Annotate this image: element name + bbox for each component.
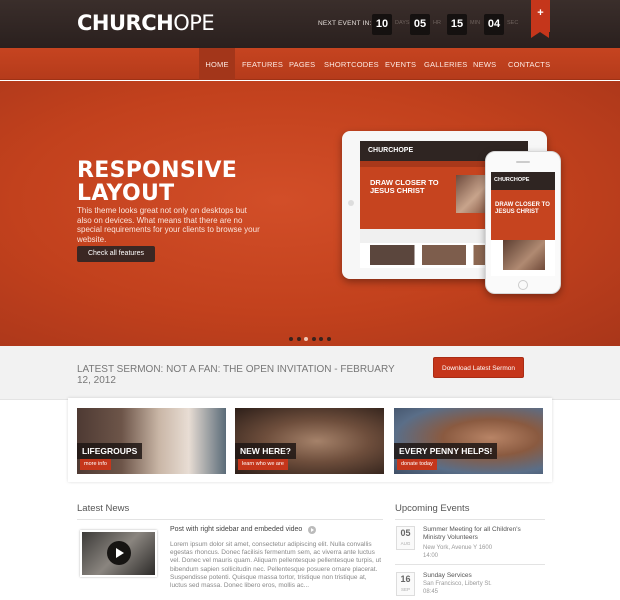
card-link[interactable]: learn who we are (238, 459, 288, 470)
download-sermon-button[interactable]: Download Latest Sermon (433, 357, 524, 378)
card-link[interactable]: more info (80, 459, 111, 470)
hero-title-line: LAYOUT (77, 181, 175, 206)
feature-cards: LIFEGROUPS more info NEW HERE? learn who… (68, 398, 552, 482)
event-time: 14:00 (423, 553, 439, 559)
phone-mockup: CHURCHOPE DRAW CLOSER TO JESUS CHRIST (485, 151, 561, 294)
event-day: 05 (400, 528, 411, 538)
countdown-unit: HR (433, 20, 441, 26)
mockup-logo: CHURCHOPE (368, 147, 414, 154)
phone-home-button (518, 280, 528, 290)
phone-speaker (516, 161, 530, 163)
nav-item-events[interactable]: EVENTS (385, 48, 416, 80)
event-month: AUG (400, 541, 411, 546)
phone-heading-line: JESUS CHRIST (495, 208, 539, 215)
news-post-title[interactable]: Post with right sidebar and embeded vide… (170, 526, 302, 533)
card-donate[interactable]: EVERY PENNY HELPS! donate today (394, 408, 543, 474)
logo-light: OPE (173, 11, 215, 35)
event-date-badge: 16 SEP (396, 572, 415, 596)
next-event-label: NEXT EVENT IN: (318, 20, 372, 27)
upcoming-events-heading: Upcoming Events (395, 503, 470, 514)
event-month: SEP (400, 587, 410, 592)
card-title: EVERY PENNY HELPS! (394, 443, 498, 459)
hero-title-line: RESPONSIVE (77, 158, 238, 183)
event-time: 08:45 (423, 589, 439, 595)
event-title[interactable]: Summer Meeting for all Children's Minist… (423, 526, 533, 542)
event-title[interactable]: Sunday Services (423, 572, 533, 580)
card-new-here[interactable]: NEW HERE? learn who we are (235, 408, 384, 474)
card-title: LIFEGROUPS (77, 443, 143, 459)
plus-icon: + (537, 7, 544, 19)
slider-dot[interactable] (311, 337, 316, 341)
video-icon (308, 526, 316, 534)
event-date-badge: 05 AUG (396, 526, 415, 550)
slider-dot[interactable] (304, 337, 308, 341)
phone-topbar: CHURCHOPE (491, 172, 555, 190)
site-logo[interactable]: CHURCHOPE (77, 11, 215, 35)
phone-logo: CHURCHOPE (494, 177, 530, 183)
plus-ribbon-button[interactable]: + (531, 0, 550, 38)
nav-item-contacts[interactable]: CONTACTS (508, 48, 550, 80)
latest-news-heading: Latest News (77, 503, 130, 514)
hero-slider: RESPONSIVE LAYOUT This theme looks great… (0, 81, 620, 346)
phone-heading-line: DRAW CLOSER TO (495, 202, 550, 208)
latest-sermon-text: LATEST SERMON: NOT A FAN: THE OPEN INVIT… (77, 364, 395, 386)
event-divider (395, 564, 545, 565)
hero-description: This theme looks great not only on deskt… (77, 206, 260, 244)
countdown-value: 10 (372, 14, 392, 35)
countdown-value: 05 (410, 14, 430, 35)
slider-dot[interactable] (296, 337, 301, 341)
card-title: NEW HERE? (235, 443, 296, 459)
card-lifegroups[interactable]: LIFEGROUPS more info (77, 408, 226, 474)
nav-item-pages[interactable]: PAGES (289, 48, 315, 80)
main-nav: HOME FEATURES PAGES SHORTCODES EVENTS GA… (0, 48, 620, 80)
phone-heading: DRAW CLOSER TO JESUS CHRIST (495, 202, 550, 215)
countdown-unit: SEC (507, 20, 519, 26)
countdown-unit: MIN (470, 20, 481, 26)
phone-photo (503, 240, 545, 270)
nav-item-news[interactable]: NEWS (473, 48, 496, 80)
latest-sermon-bar: LATEST SERMON: NOT A FAN: THE OPEN INVIT… (0, 346, 620, 400)
event-location: San Francisco, Liberty St. (423, 581, 492, 587)
nav-item-home[interactable]: HOME (199, 48, 235, 80)
tablet-home-button (348, 200, 354, 206)
nav-item-features[interactable]: FEATURES (242, 48, 283, 80)
event-location: New York, Avenue Y 1600 (423, 545, 493, 551)
countdown-value: 04 (484, 14, 504, 35)
mockup-photo (456, 175, 486, 213)
countdown-value: 15 (447, 14, 467, 35)
slider-dot[interactable] (326, 337, 331, 341)
play-icon[interactable] (107, 541, 131, 565)
slider-dot[interactable] (289, 337, 293, 341)
news-post-excerpt: Lorem ipsum dolor sit amet, consectetur … (170, 541, 382, 590)
mockup-heading-line: JESUS CHRIST (370, 186, 425, 195)
phone-hero: DRAW CLOSER TO JESUS CHRIST (491, 190, 555, 240)
event-day: 16 (400, 574, 411, 584)
logo-bold: CHURCH (77, 11, 174, 35)
hero-title: RESPONSIVE LAYOUT (77, 159, 277, 205)
nav-item-galleries[interactable]: GALLERIES (424, 48, 468, 80)
events-divider (395, 519, 545, 520)
news-divider (77, 519, 383, 520)
top-bar: CHURCHOPE NEXT EVENT IN: 10 DAYS 05 HR 1… (0, 0, 620, 48)
nav-item-shortcodes[interactable]: SHORTCODES (324, 48, 379, 80)
slider-dot[interactable] (319, 337, 323, 341)
mockup-heading: DRAW CLOSER TO JESUS CHRIST (370, 179, 439, 195)
card-link[interactable]: donate today (397, 459, 437, 470)
countdown-unit: DAYS (395, 20, 410, 26)
phone-screen: CHURCHOPE DRAW CLOSER TO JESUS CHRIST (491, 172, 555, 276)
check-features-button[interactable]: Check all features (77, 246, 155, 262)
